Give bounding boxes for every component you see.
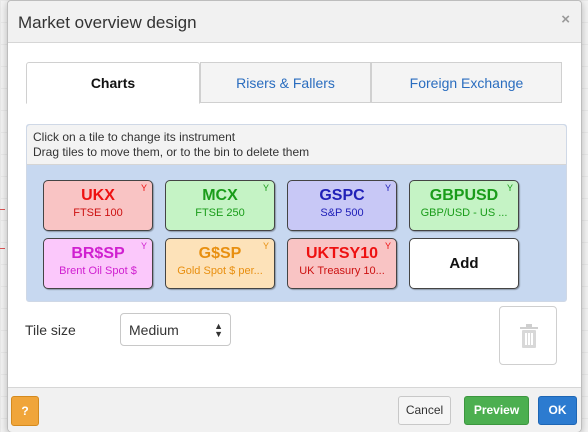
tile-size-select[interactable]: Medium ▲ ▼	[120, 313, 231, 346]
tab-charts[interactable]: Charts	[26, 62, 200, 104]
background-marker	[0, 209, 5, 249]
instruction-line-1: Click on a tile to change its instrument	[33, 130, 236, 144]
trash-icon	[520, 324, 538, 348]
dialog-title: Market overview design	[18, 13, 197, 32]
tile-code: GBPUSD	[429, 187, 499, 204]
tab-foreign-exchange[interactable]: Foreign Exchange	[371, 62, 562, 103]
tile-code: UKTSY10	[305, 245, 379, 262]
ok-button[interactable]: OK	[538, 396, 577, 425]
tile-uktsy10[interactable]: Y UKTSY10 UK Treasury 10...	[287, 238, 397, 289]
tile-code: BR$SP	[71, 245, 125, 262]
tile-gsp[interactable]: Y G$SP Gold Spot $ per...	[165, 238, 275, 289]
tile-code: UKX	[81, 187, 115, 204]
add-tile-button[interactable]: Add	[409, 238, 519, 289]
help-button[interactable]: ?	[11, 396, 39, 426]
tile-name: FTSE 250	[195, 207, 245, 219]
dialog-header: Market overview design ×	[8, 1, 581, 43]
tile-ukx[interactable]: Y UKX FTSE 100	[43, 180, 153, 231]
tile-gbpusd[interactable]: Y GBPUSD GBP/USD - US ...	[409, 180, 519, 231]
add-tile-label: Add	[449, 255, 479, 272]
tile-brsp[interactable]: Y BR$SP Brent Oil Spot $	[43, 238, 153, 289]
tile-tag: Y	[384, 183, 391, 193]
select-arrows-icon: ▲ ▼	[214, 321, 223, 339]
tile-code: MCX	[202, 187, 238, 204]
tile-tag: Y	[140, 241, 147, 251]
tile-tag: Y	[262, 183, 269, 193]
tile-name: GBP/USD - US ...	[420, 207, 508, 219]
instruction-line-2: Drag tiles to move them, or to the bin t…	[33, 145, 310, 159]
tile-gspc[interactable]: Y GSPC S&P 500	[287, 180, 397, 231]
delete-bin[interactable]	[499, 306, 557, 365]
tile-name: Gold Spot $ per...	[177, 265, 263, 277]
preview-button[interactable]: Preview	[464, 396, 529, 425]
tile-code: GSPC	[319, 187, 365, 204]
tile-tag: Y	[262, 241, 269, 251]
tile-tag: Y	[384, 241, 391, 251]
tile-name: S&P 500	[320, 207, 364, 219]
tile-size-selected: Medium	[129, 322, 179, 338]
tile-code: G$SP	[198, 245, 242, 262]
dialog-footer: ? Cancel Preview OK	[8, 387, 581, 432]
tiles-panel: Click on a tile to change its instrument…	[26, 124, 567, 302]
tab-bar: Charts Risers & Fallers Foreign Exchange	[26, 62, 567, 104]
tile-name: UK Treasury 10...	[299, 265, 385, 277]
tab-risers-fallers[interactable]: Risers & Fallers	[200, 62, 371, 103]
tile-name: Brent Oil Spot $	[59, 265, 137, 277]
instructions: Click on a tile to change its instrument…	[27, 125, 566, 165]
close-icon[interactable]: ×	[561, 11, 570, 28]
market-overview-dialog: Market overview design × Charts Risers &…	[7, 0, 582, 432]
tile-name: FTSE 100	[73, 207, 123, 219]
tile-mcx[interactable]: Y MCX FTSE 250	[165, 180, 275, 231]
tile-grid: Y UKX FTSE 100 Y MCX FTSE 250 Y GSPC S&P…	[43, 180, 519, 289]
tile-tag: Y	[140, 183, 147, 193]
tile-size-label: Tile size	[25, 322, 76, 338]
tile-tag: Y	[506, 183, 513, 193]
cancel-button[interactable]: Cancel	[398, 396, 451, 425]
